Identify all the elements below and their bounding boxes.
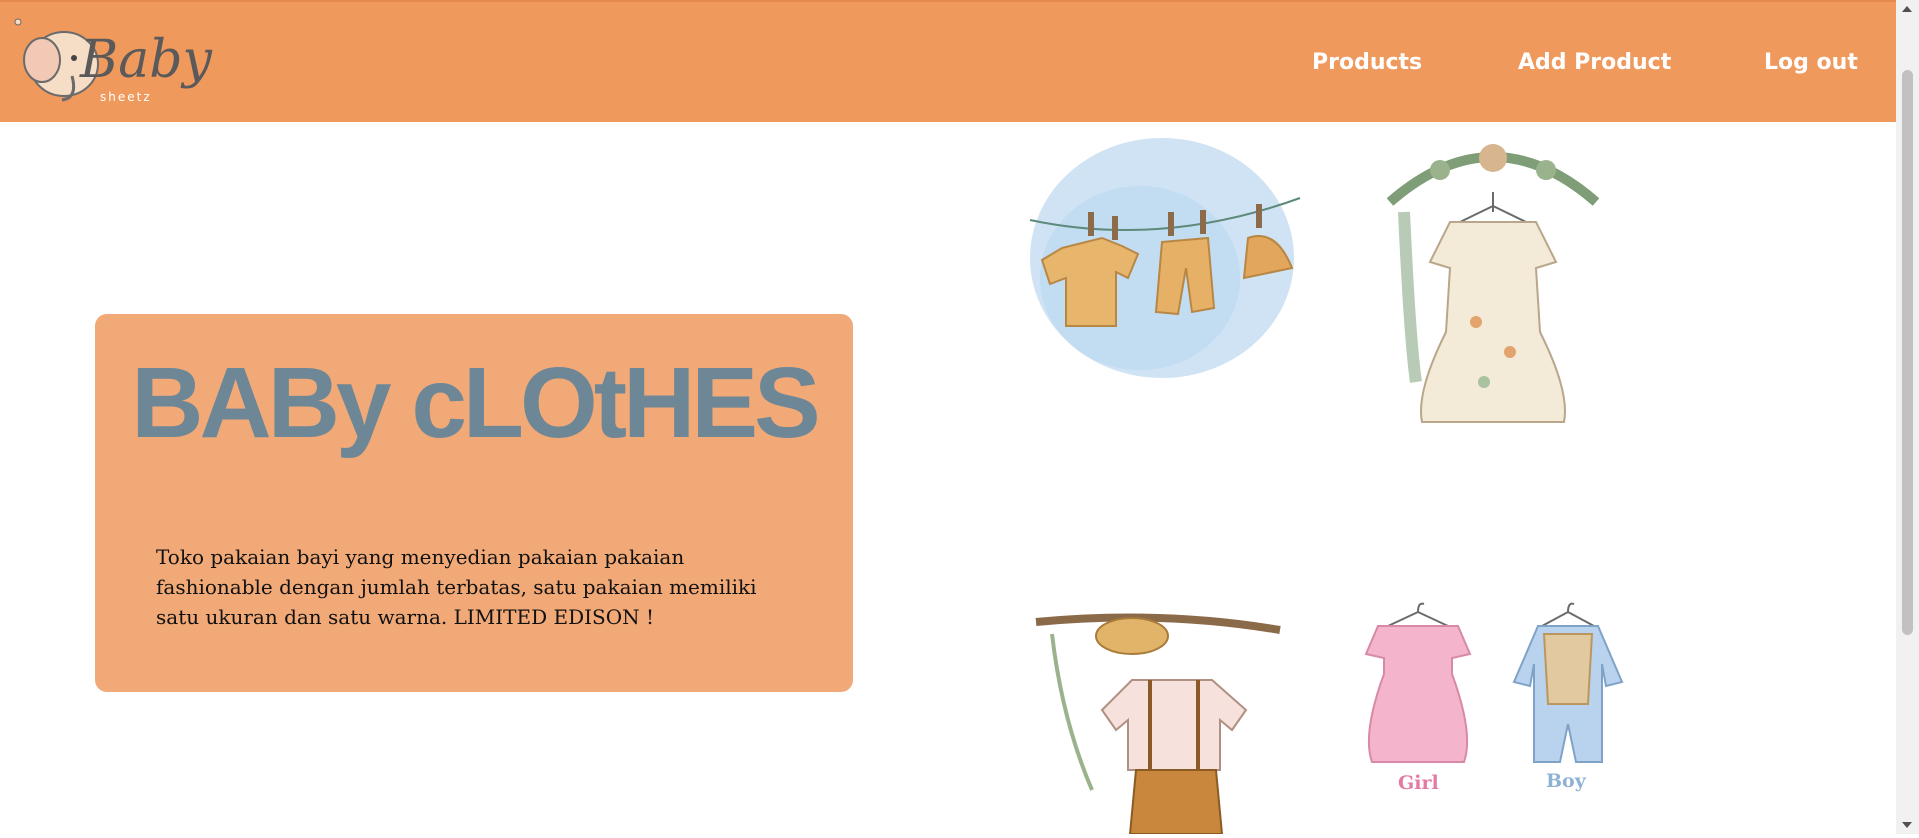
nav-link-add-product[interactable]: Add Product: [1518, 50, 1671, 75]
logo-wordmark: Baby: [80, 30, 212, 90]
nav-link-products[interactable]: Products: [1312, 50, 1422, 75]
scroll-up-arrow-icon[interactable]: [1902, 6, 1912, 12]
girl-boy-outfits-image: Girl Boy: [1348, 594, 1634, 804]
scrollbar-thumb[interactable]: [1902, 70, 1913, 635]
logo-subtext: sheetz: [100, 90, 152, 104]
nav-link-logout[interactable]: Log out: [1764, 50, 1858, 75]
scroll-down-arrow-icon[interactable]: [1902, 822, 1912, 828]
navbar: Baby sheetz Products Add Product Log out: [0, 0, 1896, 122]
page-scrollbar[interactable]: [1896, 0, 1919, 834]
boy-label: Boy: [1546, 770, 1586, 792]
brand-logo[interactable]: Baby sheetz: [12, 14, 212, 106]
hero-description: Toko pakaian bayi yang menyedian pakaian…: [156, 545, 757, 629]
hero-card: BABy cLOtHES Toko pakaian bayi yang meny…: [95, 314, 853, 692]
clothesline-image: [1022, 128, 1308, 396]
boy-outfit-hat-image: [1032, 600, 1296, 835]
hero-title: BABy cLOtHES: [131, 347, 820, 459]
girl-label: Girl: [1398, 772, 1439, 794]
floral-dress-image: [1380, 122, 1606, 440]
